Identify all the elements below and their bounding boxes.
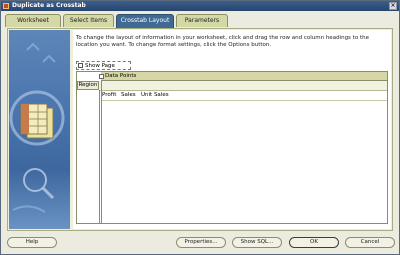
row-header-region[interactable]: Region: [77, 81, 99, 90]
footer-bar: Help Properties... Show SQL... OK Cancel: [1, 235, 399, 253]
sidebar-illustration: [9, 30, 70, 229]
divider: [102, 100, 387, 101]
column-header-profit[interactable]: Profit: [102, 90, 116, 100]
cancel-button[interactable]: Cancel: [345, 237, 395, 248]
data-points-handle-icon[interactable]: [99, 74, 104, 79]
tab-strip: Worksheet Layout Select Items Crosstab L…: [5, 14, 395, 36]
tab-worksheet-layout[interactable]: Worksheet Layout: [5, 14, 61, 36]
instructions-text: To change the layout of information in y…: [76, 35, 369, 48]
tab-select-items[interactable]: Select Items: [63, 14, 114, 27]
tab-crosstab-layout[interactable]: Crosstab Layout: [116, 14, 174, 28]
show-page-items-toggle[interactable]: Show Page Items: [76, 61, 131, 77]
checkbox-icon[interactable]: [78, 63, 83, 68]
tab-parameters[interactable]: Parameters: [176, 14, 228, 27]
column-header-unit-sales[interactable]: Unit Sales: [141, 90, 169, 100]
crosstab-illustration-icon: [9, 42, 65, 213]
divider: [101, 81, 102, 223]
app-icon: [3, 3, 9, 9]
close-icon[interactable]: ×: [389, 2, 397, 10]
title-bar[interactable]: Duplicate as Crosstab ×: [1, 1, 399, 11]
tab-panel: To change the layout of information in y…: [7, 28, 393, 231]
properties-button[interactable]: Properties...: [176, 237, 226, 248]
column-header-sales[interactable]: Sales: [121, 90, 136, 100]
data-points-header[interactable]: Data Points: [99, 72, 387, 81]
ok-button[interactable]: OK: [289, 237, 339, 248]
help-button[interactable]: Help: [7, 237, 57, 248]
layout-area: To change the layout of information in y…: [73, 30, 391, 229]
window-title: Duplicate as Crosstab: [12, 2, 86, 9]
crosstab-grid: Data Points Region Profit Sales Unit Sal…: [76, 71, 388, 224]
row-axis: [77, 90, 100, 223]
dialog-window: Duplicate as Crosstab × Worksheet Layout…: [0, 0, 400, 255]
data-points-label: Data Points: [105, 73, 137, 79]
show-sql-button[interactable]: Show SQL...: [232, 237, 282, 248]
